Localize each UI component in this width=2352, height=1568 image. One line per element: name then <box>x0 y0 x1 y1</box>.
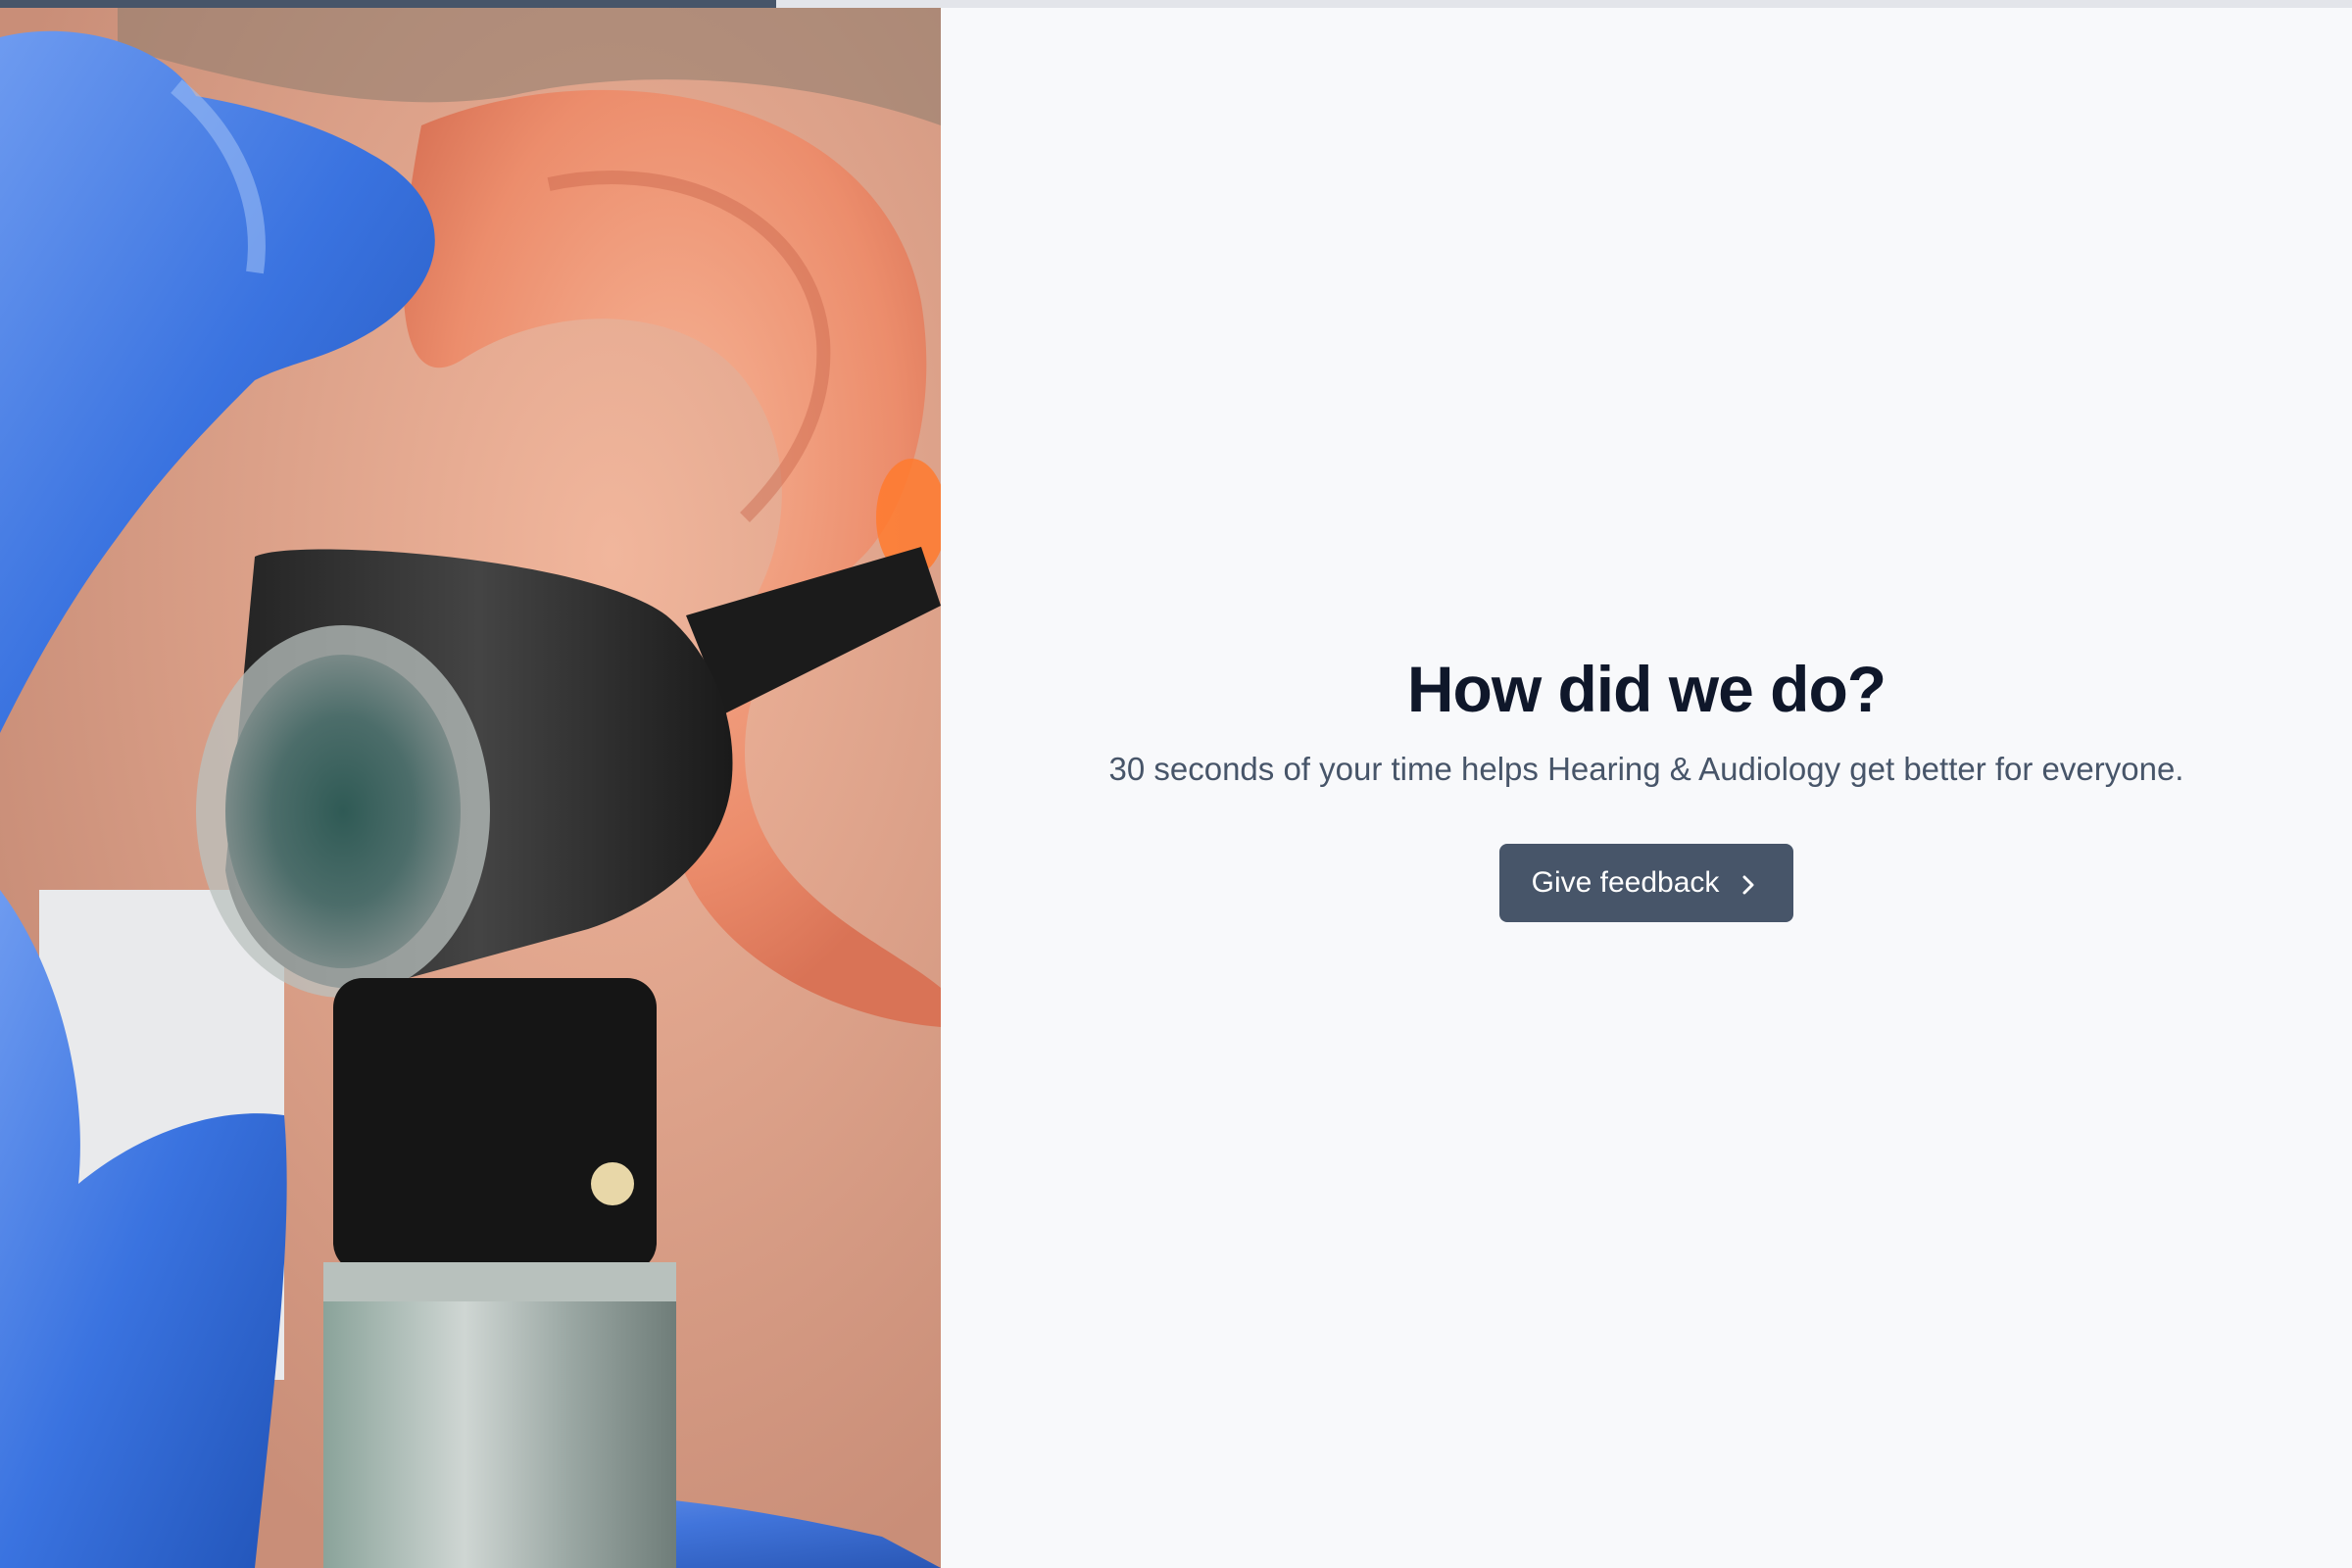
ear-exam-illustration <box>0 8 941 1568</box>
give-feedback-button-label: Give feedback <box>1531 865 1720 899</box>
feedback-panel: How did we do? 30 seconds of your time h… <box>941 8 2352 1568</box>
page-subtitle: 30 seconds of your time helps Hearing & … <box>1108 750 2184 787</box>
give-feedback-button[interactable]: Give feedback <box>1498 843 1794 922</box>
progress-bar <box>0 0 2352 8</box>
chevron-right-icon <box>1739 871 1758 895</box>
hero-photo <box>0 8 941 1568</box>
progress-bar-fill <box>0 0 776 8</box>
page-title: How did we do? <box>1406 653 1886 726</box>
